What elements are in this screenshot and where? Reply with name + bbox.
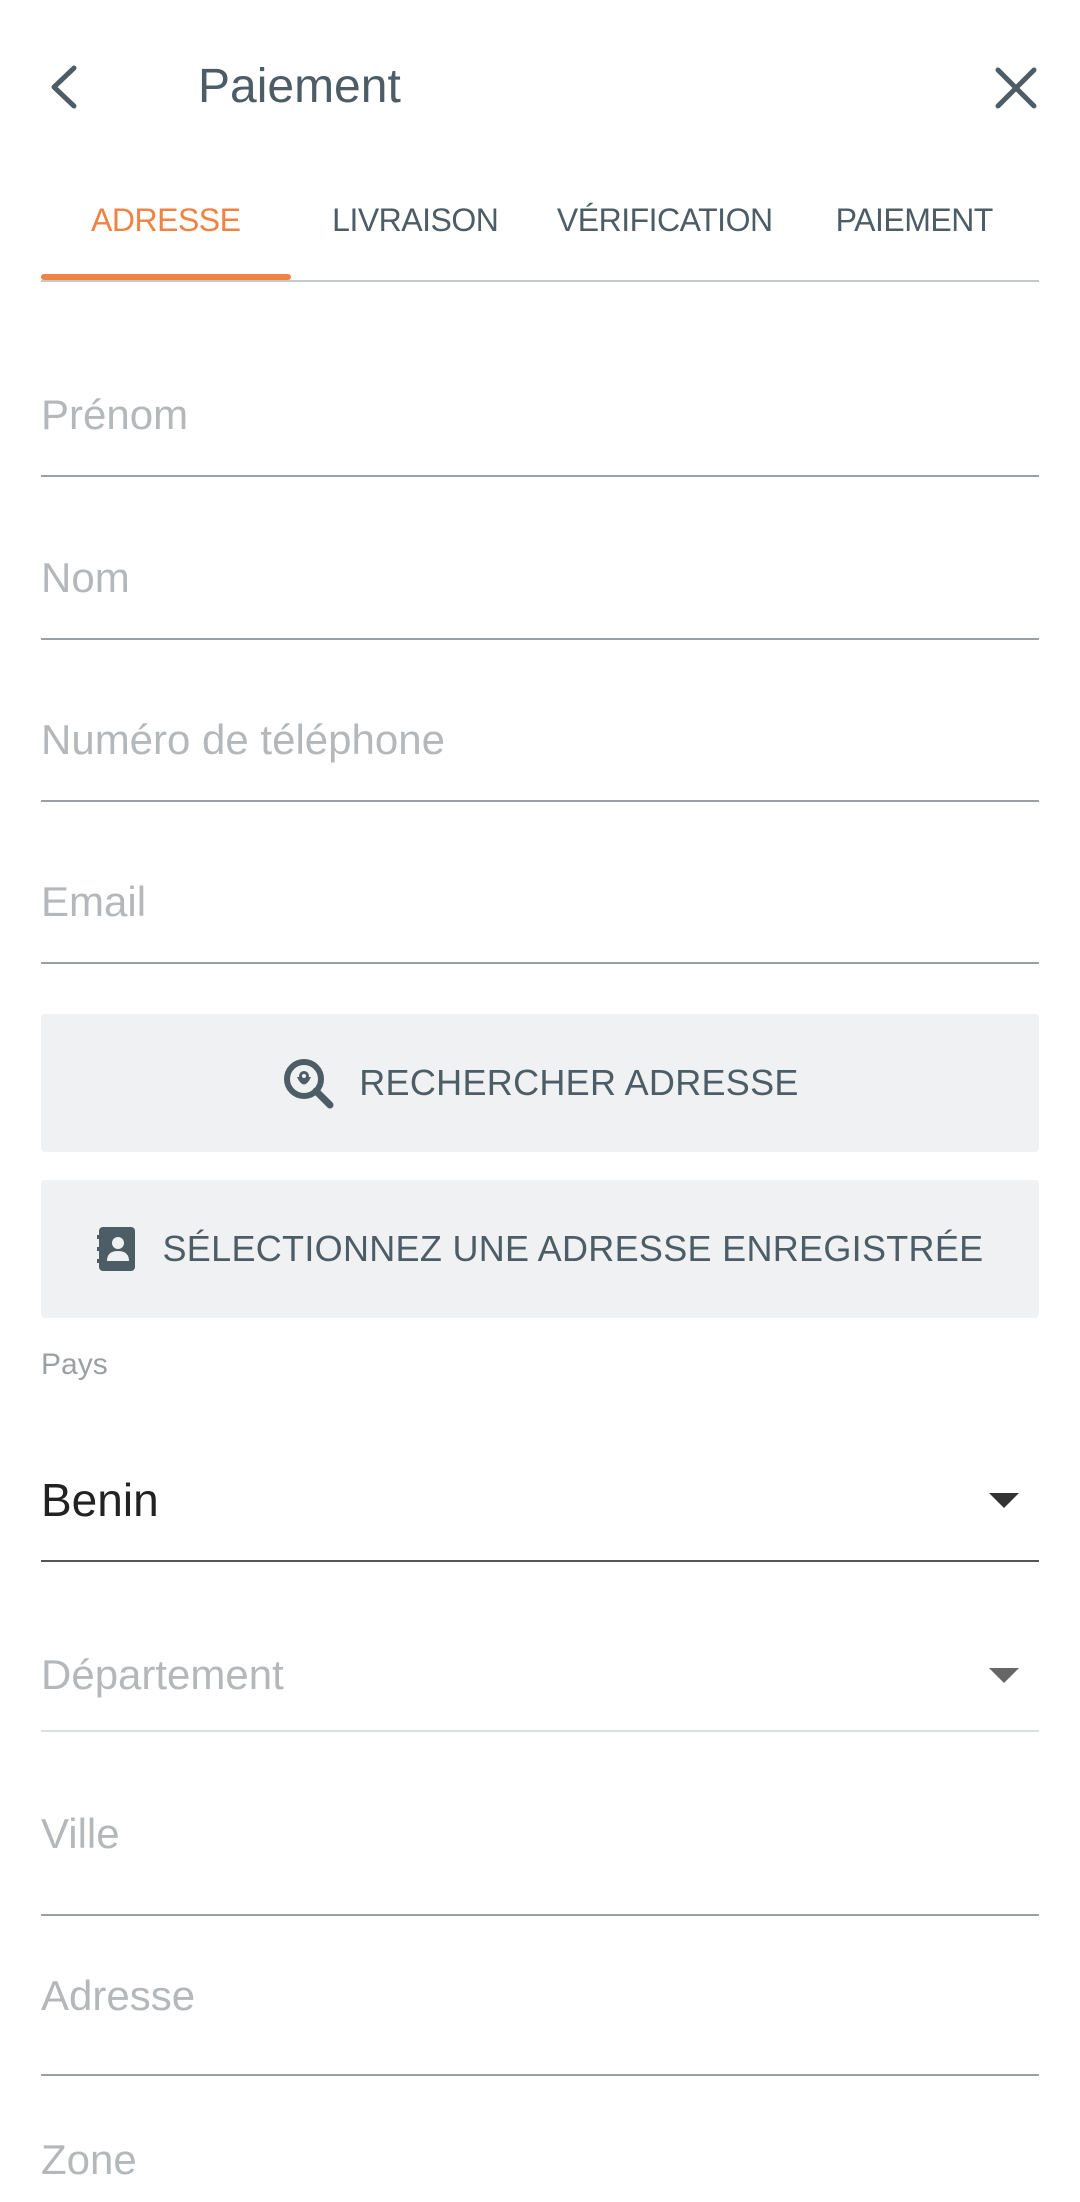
department-select[interactable]: Département [41,1620,1039,1732]
tab-delivery[interactable]: LIVRAISON [291,180,541,260]
select-saved-address-label: SÉLECTIONNEZ UNE ADRESSE ENREGISTRÉE [162,1228,984,1269]
zone-field [41,2130,1039,2190]
back-button[interactable] [38,58,90,116]
zone-input[interactable] [41,2130,1039,2190]
last-name-field [41,548,1039,640]
first-name-input[interactable] [41,385,1039,445]
search-address-label: RECHERCHER ADRESSE [359,1062,799,1103]
select-saved-address-button[interactable]: SÉLECTIONNEZ UNE ADRESSE ENREGISTRÉE [41,1180,1039,1318]
city-field [41,1804,1039,1916]
address-input[interactable] [41,1966,1039,2026]
city-input[interactable] [41,1804,1039,1864]
address-field [41,1966,1039,2076]
app-header: Paiement [0,0,1080,175]
first-name-field [41,385,1039,477]
country-label: Pays [41,1348,108,1381]
close-icon [995,67,1037,109]
dropdown-arrow-icon [989,1492,1019,1508]
email-input[interactable] [41,872,1039,932]
close-button[interactable] [986,58,1046,118]
phone-field [41,710,1039,802]
last-name-input[interactable] [41,548,1039,608]
tab-verification[interactable]: VÉRIFICATION [540,180,790,260]
contacts-book-icon [96,1225,139,1273]
search-address-button[interactable]: RECHERCHER ADRESSE [41,1014,1039,1152]
location-search-icon [281,1056,335,1110]
tab-address[interactable]: ADRESSE [41,180,291,280]
email-field [41,872,1039,964]
page-title: Paiement [198,60,401,113]
checkout-steps-tabs: ADRESSE LIVRAISON VÉRIFICATION PAIEMENT [41,180,1039,282]
phone-input[interactable] [41,710,1039,770]
tab-payment[interactable]: PAIEMENT [790,180,1040,260]
dropdown-arrow-icon [989,1667,1019,1683]
department-placeholder: Département [41,1651,284,1698]
country-value: Benin [41,1474,159,1526]
chevron-left-icon [51,65,77,109]
country-select[interactable]: Benin [41,1440,1039,1562]
